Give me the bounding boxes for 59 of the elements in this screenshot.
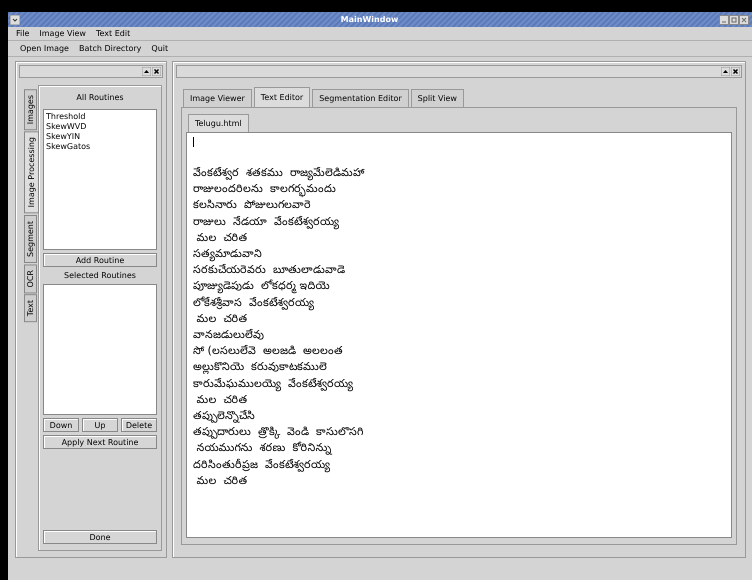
text-line: నయముగను శరణు కోరినిన్ను xyxy=(195,440,334,457)
toolbar-button[interactable]: Quit xyxy=(151,44,168,53)
text-line: రాజులు నేడయా వేంకటేశ్వరయ్య xyxy=(193,214,340,230)
tab[interactable]: Split View xyxy=(410,89,464,107)
text-line: మల చరిత xyxy=(195,310,248,327)
tab[interactable]: Image Viewer xyxy=(183,89,252,107)
list-item[interactable]: SkewGatos xyxy=(45,142,155,151)
text-line: తప్పులెన్నొచేసి xyxy=(193,408,256,424)
text-line: వేంకటేశ్వర శతకము రాజ్యమేలెడిమహా xyxy=(193,165,366,182)
list-item[interactable]: SkewYIN xyxy=(45,132,155,141)
text-editor[interactable] xyxy=(186,132,732,538)
text-line: మల చరిత xyxy=(195,392,248,408)
order-button[interactable]: Up xyxy=(82,418,118,432)
add-routine-button[interactable]: Add Routine xyxy=(43,253,157,267)
order-button[interactable]: Delete xyxy=(121,418,157,432)
text-cursor xyxy=(193,137,194,147)
text-line: మల చరిత xyxy=(195,230,248,246)
text-line: లోకేశశ్రీవాస వేంకటేశ్వరయ్య xyxy=(193,294,315,311)
text-line: కలసినారు పోజులుగలవారె xyxy=(193,198,312,214)
close-icon[interactable] xyxy=(152,67,161,76)
text-line: వానజడులులేవు xyxy=(193,327,265,344)
text-line: సో (లసలులేవె అలజడి అలలంత xyxy=(193,343,344,360)
side-tab[interactable]: OCR xyxy=(24,264,37,294)
text-line: తప్పుదారులు త్రొక్కి వెండి కాసులొసగి xyxy=(193,424,364,440)
list-label: All Routines xyxy=(75,92,125,104)
menu-item[interactable]: Text Edit xyxy=(96,29,130,38)
text-line: సత్యమాడువాని xyxy=(193,246,263,262)
side-tab[interactable]: Segment xyxy=(24,214,37,263)
text-line: రాజులందరిలను కాలగర్భమందు xyxy=(193,181,337,198)
list-item[interactable]: Threshold xyxy=(45,112,155,121)
order-button[interactable]: Down xyxy=(43,418,79,432)
selected-routines-list[interactable] xyxy=(43,284,157,415)
text-line: పూజ్యుడెపుడు లోకధర్మ ఇదియె xyxy=(193,278,330,295)
routines-list[interactable]: Threshold SkewWVD SkewYIN SkewGatos xyxy=(43,109,157,250)
apply-button[interactable]: Apply Next Routine xyxy=(43,435,157,449)
menu-item[interactable]: File xyxy=(16,29,30,38)
document-tab[interactable]: Telugu.html xyxy=(188,114,249,132)
text-line: అల్లుకొనియె కరువుకాటకములె xyxy=(193,359,328,376)
list-label: Selected Routines xyxy=(63,270,137,281)
side-tab[interactable]: Image Processing xyxy=(24,131,39,214)
tab[interactable]: Segmentation Editor xyxy=(312,89,409,107)
text-line: సరకుచేయరెవరు బూతులాడువాడె xyxy=(193,262,346,278)
text-line: మల చరిత xyxy=(195,472,248,489)
window-title: MainWindow xyxy=(340,15,400,24)
done-button[interactable]: Done xyxy=(43,530,157,544)
float-icon[interactable] xyxy=(142,67,151,76)
window-controls-icon[interactable] xyxy=(719,14,750,24)
side-tab[interactable]: Images xyxy=(24,89,37,130)
side-tab[interactable]: Text xyxy=(24,294,37,322)
close-icon[interactable] xyxy=(731,67,740,76)
text-line: దరిసింతురీప్రజ వేంకటేశ్వరయ్య xyxy=(193,456,331,473)
text-line: కారుమేఘములయ్యె వేంకటేశ్వరయ్య xyxy=(193,376,354,392)
tab[interactable]: Text Editor xyxy=(254,87,310,108)
menu-item[interactable]: Image View xyxy=(39,29,86,38)
toolbar-button[interactable]: Open Image xyxy=(20,44,69,53)
list-item[interactable]: SkewWVD xyxy=(45,122,155,131)
float-icon[interactable] xyxy=(721,67,730,76)
toolbar-button[interactable]: Batch Directory xyxy=(78,44,142,53)
window-menu-icon[interactable] xyxy=(10,14,20,24)
